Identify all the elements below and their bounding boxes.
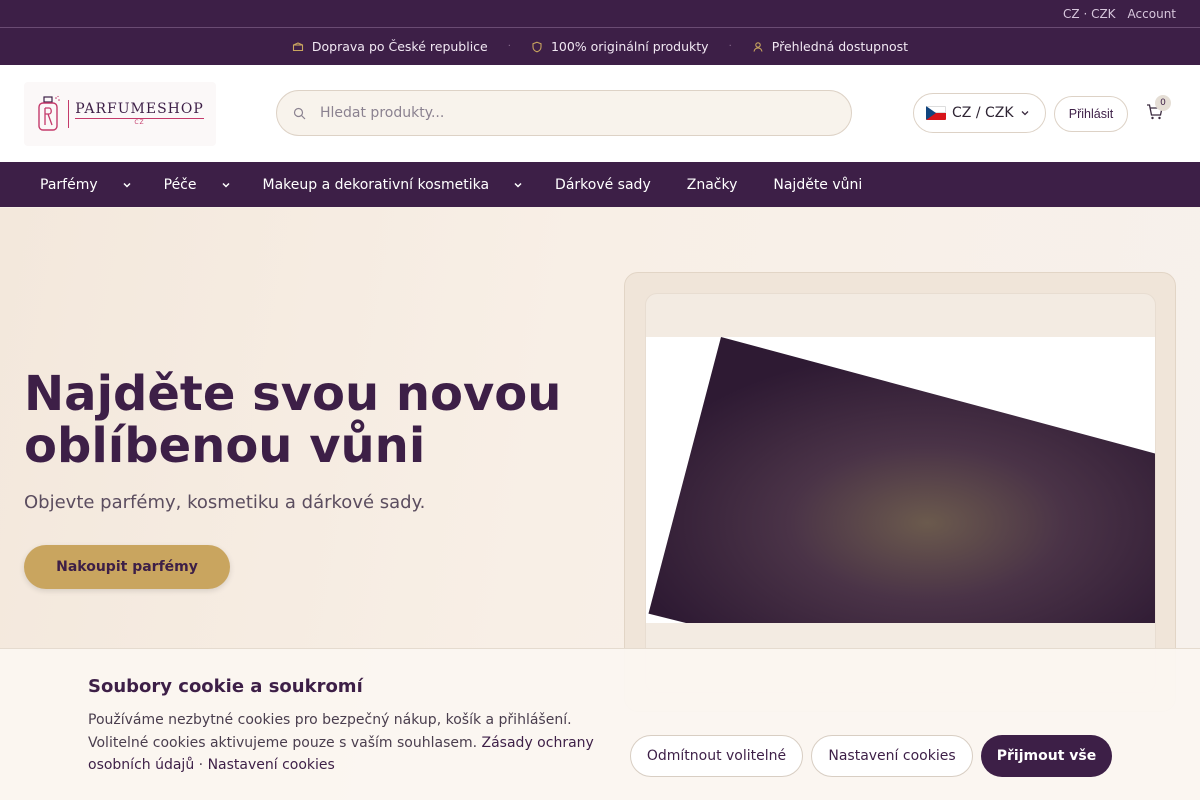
user-icon — [753, 41, 763, 52]
shield-icon — [532, 41, 542, 52]
hero-title: Najděte svou novou oblíbenou vůni — [24, 366, 562, 474]
czech-flag-icon — [926, 106, 946, 120]
cookie-settings-button[interactable]: Nastavení cookies — [811, 735, 973, 777]
chevron-down-icon[interactable] — [221, 180, 231, 190]
hero-subtitle: Objevte parfémy, kosmetiku a dárkové sad… — [24, 492, 426, 513]
promo-bar: Doprava po České republice · 100% origin… — [0, 28, 1200, 65]
promo-separator: · — [728, 41, 732, 52]
cookie-banner: Soubory cookie a soukromí Používáme nezb… — [0, 648, 1200, 800]
promo-label: Přehledná dostupnost — [771, 39, 909, 54]
shop-perfumes-button[interactable]: Nakoupit parfémy — [24, 545, 230, 589]
hero-image — [646, 337, 1155, 623]
promo-item-shipping: Doprava po České republice — [276, 39, 504, 54]
login-button[interactable]: Přihlásit — [1054, 96, 1128, 132]
promo-item-original: 100% originální produkty — [515, 39, 725, 54]
nav-item-makeup[interactable]: Makeup a dekorativní kosmetika — [263, 177, 490, 193]
promo-label: Doprava po České republice — [311, 39, 488, 54]
cart-button[interactable]: 0 — [1146, 95, 1171, 123]
main-nav: Parfémy Péče Makeup a dekorativní kosmet… — [0, 162, 1200, 207]
reject-optional-button[interactable]: Odmítnout volitelné — [630, 735, 803, 777]
search-input[interactable] — [320, 105, 800, 121]
search-icon — [293, 107, 306, 119]
cart-count-badge: 0 — [1155, 95, 1171, 111]
chevron-down-icon[interactable] — [513, 180, 523, 190]
region-selector[interactable]: CZ / CZK — [913, 93, 1046, 133]
perfume-image — [646, 337, 1155, 623]
hero-image-card — [645, 293, 1156, 693]
logo-name: PARFUMESHOP — [75, 101, 204, 117]
account-link[interactable]: Account — [1128, 7, 1176, 21]
accept-all-button[interactable]: Přijmout vše — [981, 735, 1112, 777]
cookie-title: Soubory cookie a soukromí — [88, 676, 363, 697]
cookie-text: Používáme nezbytné cookies pro bezpečný … — [88, 709, 608, 777]
nav-item-care[interactable]: Péče — [164, 177, 197, 193]
region-label: CZ / CZK — [952, 105, 1014, 121]
chevron-down-icon — [1021, 111, 1028, 116]
site-header: PARFUMESHOP CZ CZ / CZK Přihlásit 0 — [0, 65, 1200, 162]
cookie-link-separator: · — [198, 757, 204, 773]
locale-link[interactable]: CZ · CZK — [1063, 7, 1116, 21]
nav-item-brands[interactable]: Značky — [687, 177, 738, 193]
logo-country: CZ — [75, 118, 204, 126]
logo-divider — [68, 99, 70, 128]
package-icon — [292, 41, 303, 51]
utility-bar: CZ · CZK Account — [0, 0, 1200, 28]
cookie-settings-link[interactable]: Nastavení cookies — [208, 757, 335, 773]
search-bar[interactable] — [276, 90, 852, 136]
promo-item-availability: Přehledná dostupnost — [736, 39, 924, 54]
nav-item-perfumes[interactable]: Parfémy — [40, 177, 98, 193]
nav-item-find-scent[interactable]: Najděte vůni — [773, 177, 862, 193]
hero-image-frame — [624, 272, 1176, 712]
chevron-down-icon[interactable] — [122, 180, 132, 190]
promo-separator: · — [507, 41, 511, 52]
perfume-bottle-icon — [38, 95, 61, 131]
promo-label: 100% originální produkty — [550, 39, 709, 54]
site-logo[interactable]: PARFUMESHOP CZ — [24, 81, 216, 146]
nav-item-gift-sets[interactable]: Dárkové sady — [555, 177, 651, 193]
